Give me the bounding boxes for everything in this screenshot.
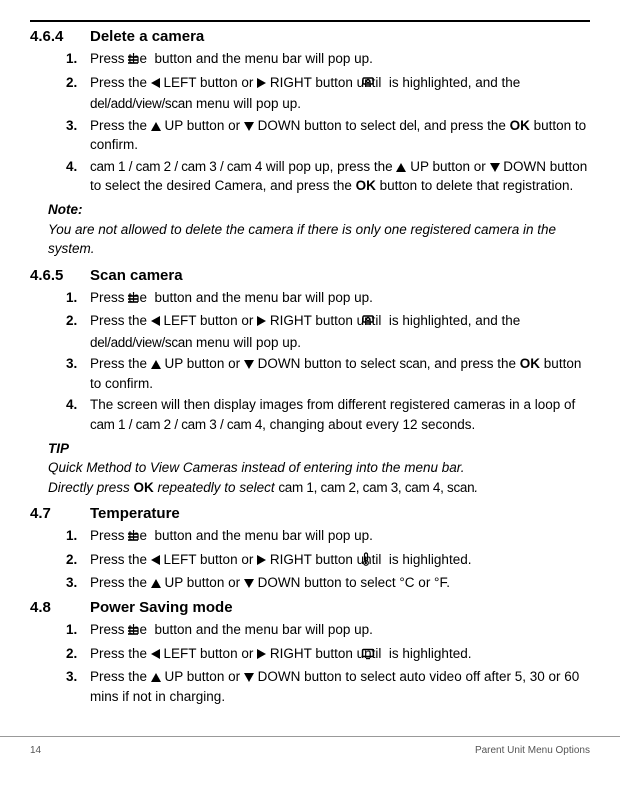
right-icon (257, 78, 266, 88)
step: 1.Press the button and the menu bar will… (48, 620, 590, 642)
heading-4-8: 4.8Power Saving mode (30, 599, 590, 616)
note: Note: You are not allowed to delete the … (48, 200, 590, 259)
right-icon (257, 649, 266, 659)
down-icon (490, 163, 500, 172)
right-icon (257, 316, 266, 326)
up-icon (151, 122, 161, 131)
steps-4-8: 1.Press the button and the menu bar will… (30, 620, 590, 706)
left-icon (151, 316, 160, 326)
steps-4-7: 1.Press the button and the menu bar will… (30, 526, 590, 593)
down-icon (244, 360, 254, 369)
down-icon (244, 122, 254, 131)
left-icon (151, 649, 160, 659)
tip: TIP Quick Method to View Cameras instead… (48, 439, 590, 498)
step: 1.Press the button and the menu bar will… (48, 526, 590, 548)
step: 2.Press the LEFT button or RIGHT button … (48, 644, 590, 666)
step: 2.Press the LEFT button or RIGHT button … (48, 73, 590, 114)
heading-4-6-5: 4.6.5Scan camera (30, 267, 590, 284)
left-icon (151, 555, 160, 565)
step: 3.Press the UP button or DOWN button to … (48, 116, 590, 155)
page-number: 14 (30, 745, 41, 756)
step: 1.Press the button and the menu bar will… (48, 49, 590, 71)
step: 3.Press the UP button or DOWN button to … (48, 573, 590, 593)
up-icon (151, 579, 161, 588)
left-icon (151, 78, 160, 88)
step: 4.cam 1 / cam 2 / cam 3 / cam 4 will pop… (48, 157, 590, 196)
up-icon (151, 673, 161, 682)
step: 1.Press the button and the menu bar will… (48, 288, 590, 310)
steps-4-6-5: 1.Press the button and the menu bar will… (30, 288, 590, 435)
step: 4.The screen will then display images fr… (48, 395, 590, 434)
heading-4-6-4: 4.6.4Delete a camera (30, 28, 590, 45)
up-icon (151, 360, 161, 369)
step: 3.Press the UP button or DOWN button to … (48, 354, 590, 393)
heading-4-7: 4.7Temperature (30, 505, 590, 522)
footer: 14 Parent Unit Menu Options (0, 736, 620, 774)
down-icon (244, 673, 254, 682)
step: 2.Press the LEFT button or RIGHT button … (48, 311, 590, 352)
right-icon (257, 555, 266, 565)
steps-4-6-4: 1.Press the button and the menu bar will… (30, 49, 590, 196)
down-icon (244, 579, 254, 588)
footer-section: Parent Unit Menu Options (475, 745, 590, 756)
up-icon (396, 163, 406, 172)
step: 3.Press the UP button or DOWN button to … (48, 667, 590, 706)
step: 2.Press the LEFT button or RIGHT button … (48, 550, 590, 572)
